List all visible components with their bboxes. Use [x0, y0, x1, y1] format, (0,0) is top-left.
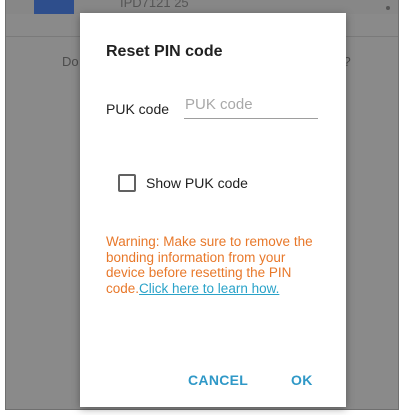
screen: IPD7121 25 Do ur? Reset PIN code PUK cod…	[0, 0, 404, 415]
background-serial-text: IPD7121 25	[120, 0, 189, 10]
ok-button[interactable]: OK	[291, 372, 313, 388]
warning-message: Warning: Make sure to remove the bonding…	[106, 234, 328, 296]
dialog-title: Reset PIN code	[106, 43, 223, 60]
brand-logo	[34, 0, 74, 14]
overflow-menu-icon	[386, 6, 390, 10]
show-puk-label: Show PUK code	[146, 175, 248, 191]
show-puk-toggle[interactable]: Show PUK code	[118, 174, 248, 192]
puk-code-label: PUK code	[106, 101, 170, 117]
puk-code-input[interactable]	[184, 93, 318, 119]
reset-pin-dialog: Reset PIN code PUK code Show PUK code Wa…	[80, 13, 346, 407]
background-text-left: Do	[62, 54, 79, 69]
show-puk-checkbox[interactable]	[118, 174, 136, 192]
learn-how-link[interactable]: Click here to learn how.	[139, 281, 279, 296]
cancel-button[interactable]: CANCEL	[188, 372, 248, 388]
